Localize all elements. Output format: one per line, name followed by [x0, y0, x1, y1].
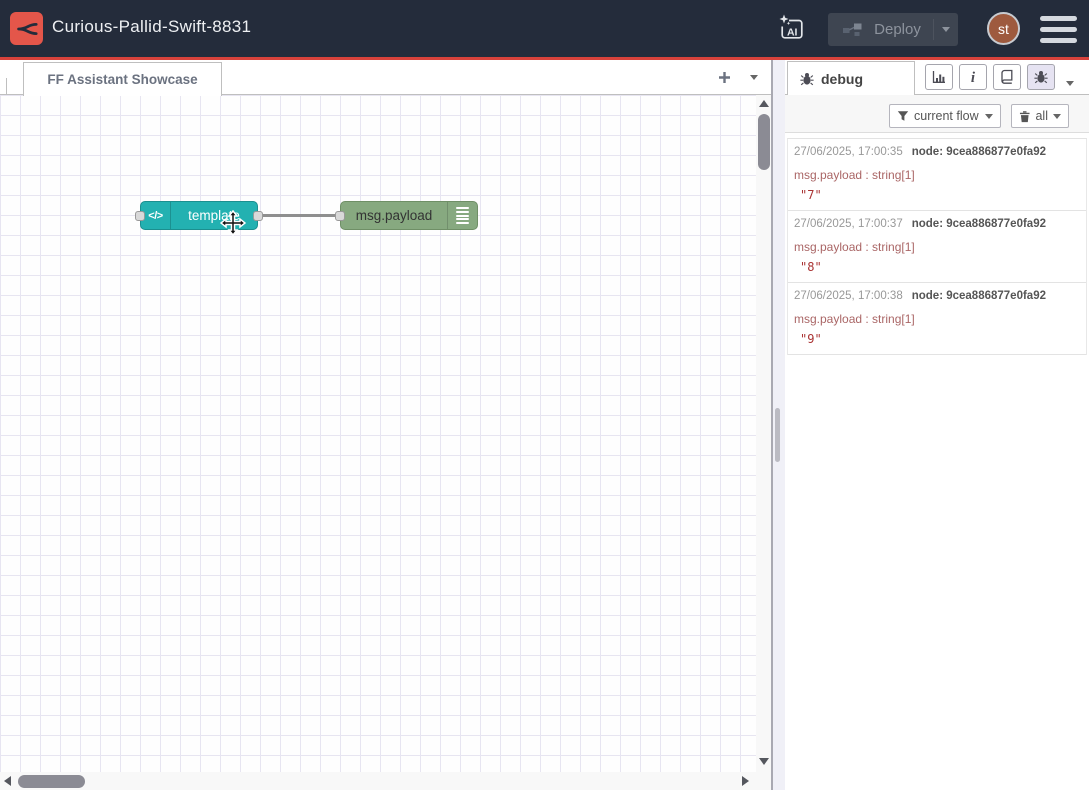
- avatar-initials: st: [998, 21, 1009, 37]
- ai-assistant-button[interactable]: AI: [776, 13, 808, 45]
- tab-scroll-edge: [6, 78, 7, 94]
- flow-tab-label: FF Assistant Showcase: [47, 72, 197, 87]
- flow-list-button[interactable]: [745, 69, 763, 85]
- sidebar-separator[interactable]: [771, 60, 785, 790]
- debug-message-list: 27/06/2025, 17:00:35 node: 9cea886877e0fa…: [787, 138, 1087, 355]
- sidebar-tab-dashboard[interactable]: [925, 64, 953, 90]
- deploy-button[interactable]: Deploy: [828, 13, 958, 46]
- message-timestamp: 27/06/2025, 17:00:37: [794, 218, 903, 230]
- sidebar-tab-debug-label: debug: [821, 71, 863, 87]
- debug-toolbar: current flow all: [785, 95, 1089, 133]
- node-template-input-port[interactable]: [135, 211, 145, 221]
- user-avatar[interactable]: st: [987, 12, 1020, 45]
- deploy-nodes-icon: [843, 22, 862, 37]
- debug-filter-button[interactable]: current flow: [889, 104, 1001, 128]
- sidebar-tab-debug[interactable]: debug: [787, 61, 915, 95]
- message-node-id: node: 9cea886877e0fa92: [912, 290, 1046, 302]
- debug-message[interactable]: 27/06/2025, 17:00:35 node: 9cea886877e0fa…: [788, 139, 1086, 211]
- hamburger-icon: [1040, 16, 1077, 21]
- deploy-button-label: Deploy: [862, 21, 933, 38]
- scroll-right-arrow[interactable]: [742, 776, 749, 786]
- bug-icon: [800, 72, 814, 86]
- message-timestamp: 27/06/2025, 17:00:38: [794, 290, 903, 302]
- sidebar-more-tabs-button[interactable]: [1066, 73, 1074, 91]
- wire-template-to-debug[interactable]: [258, 214, 346, 217]
- message-value: "7": [800, 188, 822, 202]
- debug-clear-button[interactable]: all: [1011, 104, 1069, 128]
- debug-enable-toggle[interactable]: [476, 204, 504, 228]
- sidebar-tab-info[interactable]: i: [959, 64, 987, 90]
- deploy-options-button[interactable]: [934, 27, 958, 32]
- vertical-scroll-thumb[interactable]: [758, 114, 770, 170]
- plus-icon: [718, 71, 731, 84]
- node-debug-label: msg.payload: [341, 208, 447, 223]
- message-property[interactable]: msg.payload : string[1]: [794, 312, 915, 326]
- node-template-output-port[interactable]: [253, 211, 263, 221]
- message-property[interactable]: msg.payload : string[1]: [794, 168, 915, 182]
- code-icon: </>: [141, 202, 171, 229]
- debug-list-icon: [447, 202, 477, 229]
- ai-icon-label: AI: [787, 27, 798, 39]
- message-node-id: node: 9cea886877e0fa92: [912, 218, 1046, 230]
- svg-text:i: i: [971, 70, 976, 85]
- info-icon: i: [965, 69, 981, 85]
- sidebar-tab-debug-button[interactable]: [1027, 64, 1055, 90]
- flow-tab-bar: FF Assistant Showcase: [0, 60, 771, 95]
- bug-icon: [1034, 70, 1048, 84]
- horizontal-scroll-thumb[interactable]: [18, 775, 85, 788]
- trash-icon: [1019, 110, 1030, 123]
- filter-icon: [897, 110, 909, 122]
- node-debug-input-port[interactable]: [335, 211, 345, 221]
- message-value: "8": [800, 260, 822, 274]
- sidebar: debug i: [785, 60, 1089, 790]
- sidebar-tab-help[interactable]: [993, 64, 1021, 90]
- message-node-id: node: 9cea886877e0fa92: [912, 146, 1046, 158]
- flow-tab-active[interactable]: FF Assistant Showcase: [23, 62, 222, 96]
- node-debug[interactable]: msg.payload: [340, 201, 478, 230]
- flowfuse-logo-icon[interactable]: [10, 12, 43, 45]
- message-property[interactable]: msg.payload : string[1]: [794, 240, 915, 254]
- add-flow-button[interactable]: [712, 67, 736, 88]
- flow-canvas[interactable]: </> template msg.payload: [0, 95, 756, 772]
- header: Curious-Pallid-Swift-8831 AI Deploy st: [0, 0, 1089, 57]
- canvas-horizontal-scrollbar[interactable]: [0, 772, 771, 790]
- debug-message[interactable]: 27/06/2025, 17:00:38 node: 9cea886877e0fa…: [788, 283, 1086, 355]
- debug-filter-label: current flow: [914, 109, 979, 123]
- move-cursor-icon: [220, 210, 246, 236]
- debug-message[interactable]: 27/06/2025, 17:00:37 node: 9cea886877e0fa…: [788, 211, 1086, 283]
- chart-icon: [931, 69, 947, 85]
- scroll-up-arrow[interactable]: [759, 100, 769, 107]
- separator-grip[interactable]: [775, 408, 780, 462]
- message-timestamp: 27/06/2025, 17:00:35: [794, 146, 903, 158]
- instance-title: Curious-Pallid-Swift-8831: [52, 17, 251, 37]
- message-value: "9": [800, 332, 822, 346]
- scroll-down-arrow[interactable]: [759, 758, 769, 765]
- sidebar-tab-bar: debug i: [785, 60, 1089, 95]
- workspace: FF Assistant Showcase </> template msg.p…: [0, 60, 771, 790]
- canvas-vertical-scrollbar[interactable]: [756, 95, 771, 772]
- debug-clear-label: all: [1035, 109, 1048, 123]
- main-menu-button[interactable]: [1040, 16, 1077, 43]
- scroll-left-arrow[interactable]: [4, 776, 11, 786]
- book-icon: [999, 69, 1015, 85]
